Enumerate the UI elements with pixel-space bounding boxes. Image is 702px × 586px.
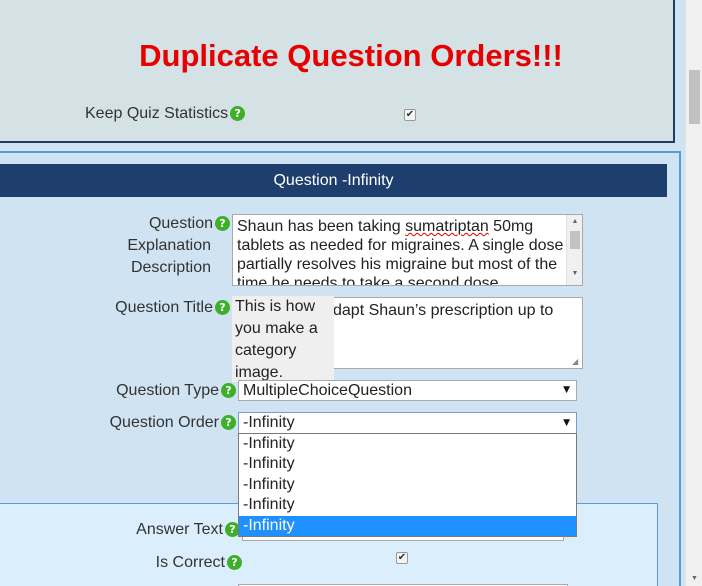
help-icon[interactable]: ? xyxy=(230,106,246,122)
question-order-select[interactable]: -Infinity ▼ xyxy=(238,412,577,434)
help-icon[interactable]: ? xyxy=(221,415,236,431)
answer-text-label-row: Answer Text? xyxy=(80,519,240,541)
order-option[interactable]: -Infinity xyxy=(239,454,576,474)
checkmark-icon: ✔ xyxy=(405,109,415,120)
is-correct-checkbox[interactable]: ✔ xyxy=(396,552,408,564)
explanation-label: Question? Explanation Description xyxy=(100,213,230,279)
order-option[interactable]: -Infinity xyxy=(239,434,576,454)
help-icon[interactable]: ? xyxy=(227,555,242,571)
order-option[interactable]: -Infinity xyxy=(239,475,576,495)
title-label-row: Question Title? xyxy=(80,297,230,319)
scroll-down-icon[interactable]: ▼ xyxy=(686,575,702,582)
scroll-up-icon[interactable]: ▲ xyxy=(567,215,582,229)
order-label-row: Question Order? xyxy=(80,412,236,434)
order-option[interactable]: -Infinity xyxy=(239,495,576,515)
page-scrollbar[interactable]: ▼ xyxy=(685,0,702,586)
question-order-options: -Infinity -Infinity -Infinity -Infinity … xyxy=(238,433,577,537)
keep-stats-row: Keep Quiz Statistics? xyxy=(85,105,246,123)
question-section-header: Question -Infinity xyxy=(0,164,667,197)
keep-stats-checkbox[interactable]: ✔ xyxy=(404,109,416,121)
resize-handle-icon[interactable]: ◢ xyxy=(572,358,581,367)
keep-stats-label: Keep Quiz Statistics xyxy=(85,105,229,122)
page-scroll-thumb[interactable] xyxy=(689,70,700,124)
checkmark-icon: ✔ xyxy=(397,552,407,563)
duplicate-order-warning: Duplicate Question Orders!!! xyxy=(139,38,563,73)
scroll-thumb[interactable] xyxy=(570,231,580,249)
order-option-selected[interactable]: -Infinity xyxy=(239,515,576,536)
textarea-scrollbar[interactable]: ▲ ▼ xyxy=(566,215,582,285)
help-icon[interactable]: ? xyxy=(215,300,230,316)
question-type-select[interactable]: MultipleChoiceQuestion ▼ xyxy=(238,380,577,401)
help-icon[interactable]: ? xyxy=(221,383,236,399)
is-correct-label-row: Is Correct? xyxy=(80,552,242,574)
chevron-down-icon: ▼ xyxy=(563,385,570,395)
help-icon[interactable]: ? xyxy=(215,216,230,232)
scroll-down-icon[interactable]: ▼ xyxy=(567,267,582,281)
explanation-textarea[interactable]: Shaun has been taking sumatriptan 50mg t… xyxy=(232,214,583,286)
type-label-row: Question Type? xyxy=(80,380,236,402)
help-tooltip: This is how you make a category image. xyxy=(232,296,334,382)
chevron-down-icon: ▼ xyxy=(563,418,570,428)
